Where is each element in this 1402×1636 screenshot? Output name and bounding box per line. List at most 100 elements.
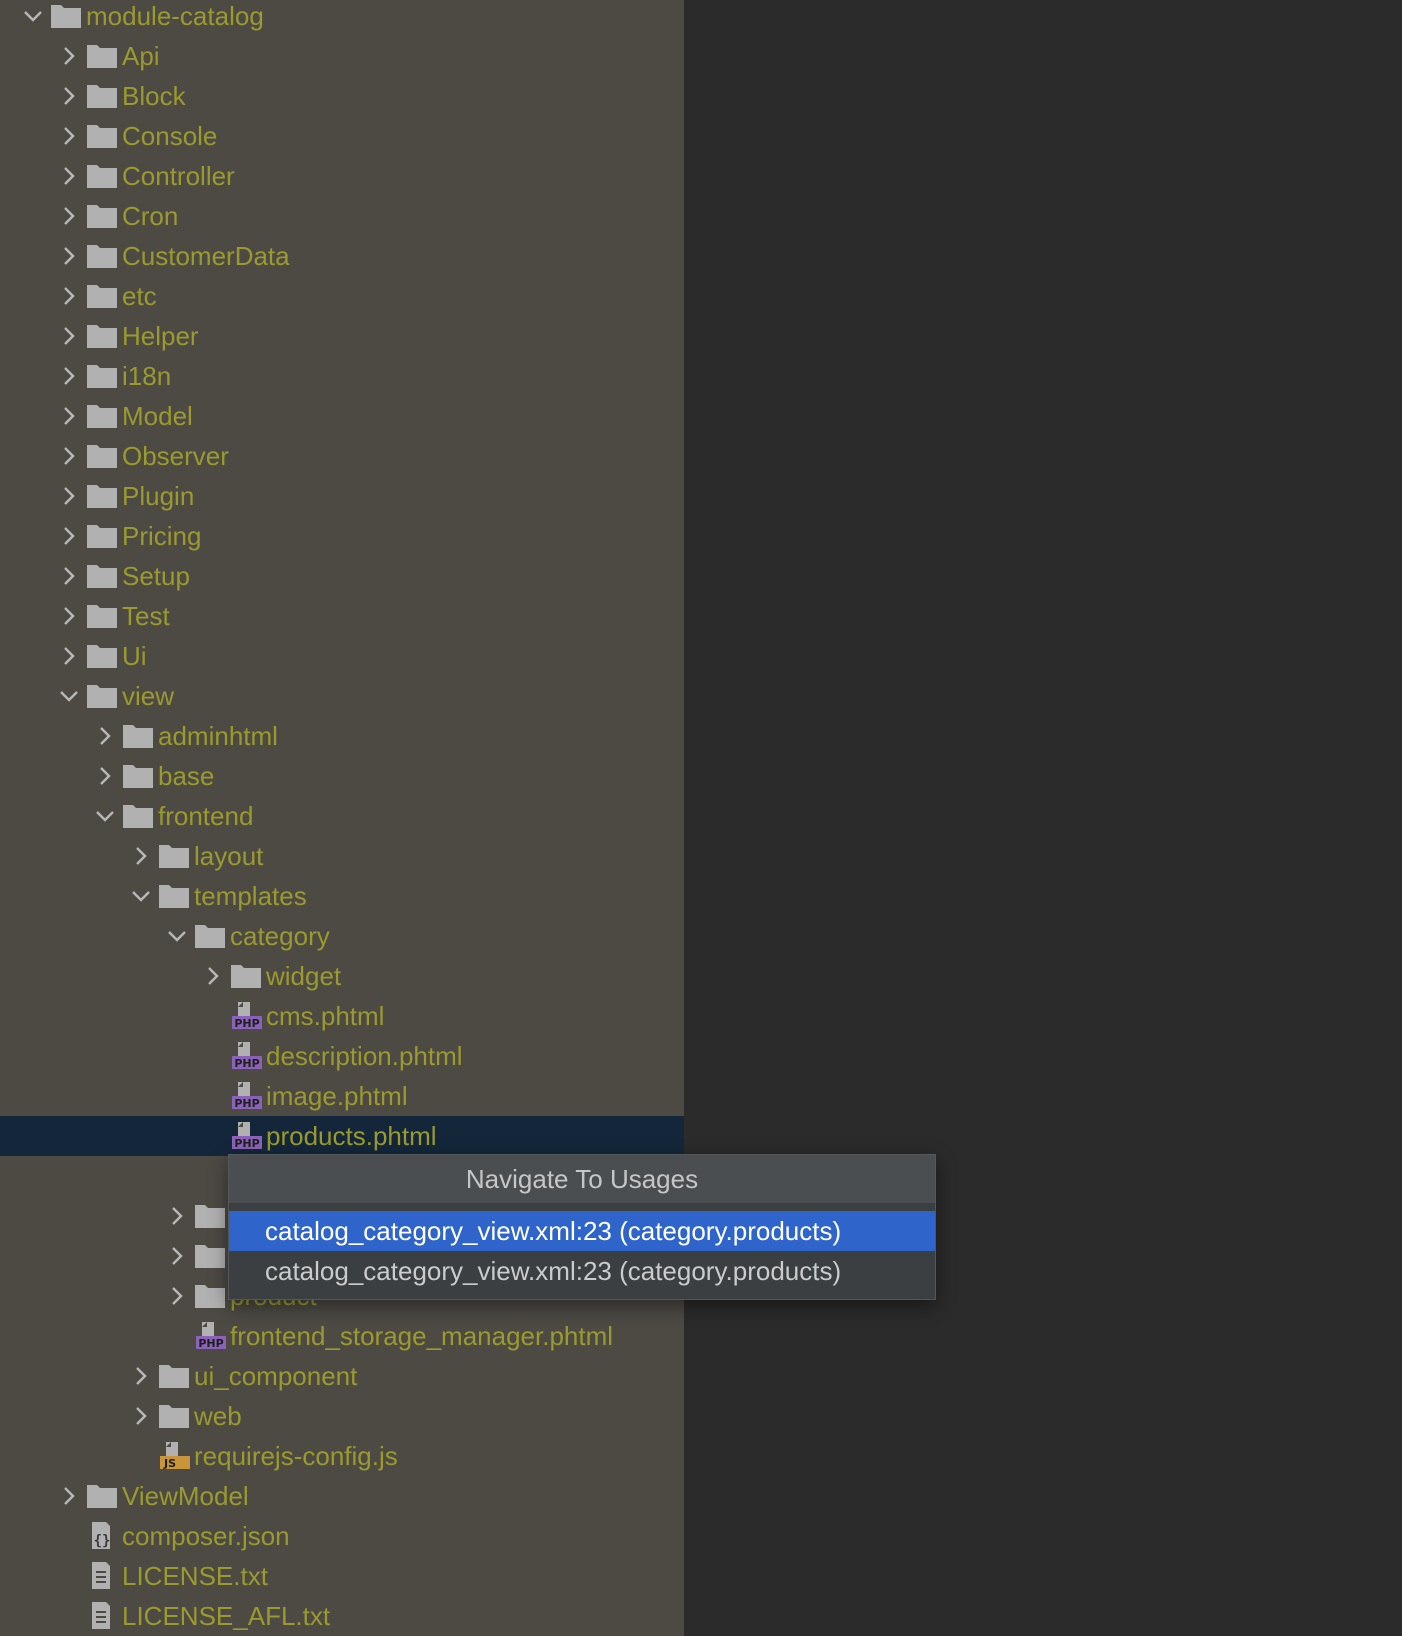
tree-folder-row[interactable]: base: [0, 756, 684, 796]
chevron-right-icon[interactable]: [58, 485, 80, 507]
chevron-right-icon[interactable]: [166, 1245, 188, 1267]
tree-folder-row[interactable]: Cron: [0, 196, 684, 236]
tree-file-row[interactable]: PHP products.phtml: [0, 1116, 684, 1156]
folder-icon: [86, 523, 118, 549]
usage-item[interactable]: catalog_category_view.xml:23 (category.p…: [229, 1251, 935, 1291]
chevron-right-icon[interactable]: [58, 405, 80, 427]
chevron-down-icon[interactable]: [22, 5, 44, 27]
tree-folder-row[interactable]: Api: [0, 36, 684, 76]
chevron-right-icon[interactable]: [58, 45, 80, 67]
chevron-down-icon[interactable]: [58, 685, 80, 707]
tree-folder-row[interactable]: ui_component: [0, 1356, 684, 1396]
tree-folder-row[interactable]: templates: [0, 876, 684, 916]
tree-folder-row[interactable]: Helper: [0, 316, 684, 356]
chevron-down-icon[interactable]: [94, 805, 116, 827]
chevron-right-icon[interactable]: [58, 565, 80, 587]
tree-item-label: Block: [122, 81, 186, 111]
tree-folder-row[interactable]: CustomerData: [0, 236, 684, 276]
tree-folder-row[interactable]: Setup: [0, 556, 684, 596]
tree-file-row[interactable]: LICENSE_AFL.txt: [0, 1596, 684, 1636]
chevron-right-icon[interactable]: [58, 445, 80, 467]
chevron-right-icon[interactable]: [58, 205, 80, 227]
folder-icon: [194, 1283, 226, 1309]
chevron-right-icon[interactable]: [130, 1405, 152, 1427]
tree-item-label: widget: [266, 961, 342, 991]
chevron-right-icon[interactable]: [94, 725, 116, 747]
editor-area: [684, 0, 1402, 1636]
chevron-right-icon[interactable]: [58, 85, 80, 107]
chevron-right-icon[interactable]: [130, 845, 152, 867]
text-file-icon: [86, 1561, 118, 1589]
chevron-right-icon[interactable]: [166, 1205, 188, 1227]
svg-text:PHP: PHP: [234, 1057, 259, 1070]
chevron-right-icon[interactable]: [202, 965, 224, 987]
php-file-icon: PHP: [230, 1041, 262, 1070]
tree-item-label: adminhtml: [158, 721, 278, 751]
folder-icon: [158, 1363, 190, 1389]
chevron-right-icon[interactable]: [58, 645, 80, 667]
tree-folder-row[interactable]: etc: [0, 276, 684, 316]
chevron-right-icon[interactable]: [58, 125, 80, 147]
tree-file-row[interactable]: JS requirejs-config.js: [0, 1436, 684, 1476]
php-file-icon: PHP: [230, 1121, 262, 1150]
tree-file-row[interactable]: {} composer.json: [0, 1516, 684, 1556]
chevron-right-icon[interactable]: [166, 1285, 188, 1307]
chevron-right-icon[interactable]: [58, 325, 80, 347]
tree-folder-row[interactable]: Plugin: [0, 476, 684, 516]
tree-folder-row[interactable]: ViewModel: [0, 1476, 684, 1516]
tree-item-label: Setup: [122, 561, 190, 591]
chevron-right-icon[interactable]: [58, 605, 80, 627]
chevron-down-icon[interactable]: [130, 885, 152, 907]
tree-item-label: Model: [122, 401, 193, 431]
tree-folder-row[interactable]: i18n: [0, 356, 684, 396]
tree-folder-row[interactable]: Console: [0, 116, 684, 156]
folder-icon: [86, 323, 118, 349]
chevron-right-icon[interactable]: [58, 285, 80, 307]
tree-folder-row[interactable]: Test: [0, 596, 684, 636]
chevron-right-icon[interactable]: [58, 165, 80, 187]
tree-folder-row[interactable]: module-catalog: [0, 0, 684, 36]
tree-folder-row[interactable]: widget: [0, 956, 684, 996]
popup-title: Navigate To Usages: [229, 1155, 935, 1203]
php-file-icon: PHP: [230, 1081, 262, 1110]
tree-folder-row[interactable]: web: [0, 1396, 684, 1436]
tree-folder-row[interactable]: frontend: [0, 796, 684, 836]
folder-icon: [86, 83, 118, 109]
tree-folder-row[interactable]: Ui: [0, 636, 684, 676]
tree-file-row[interactable]: PHP frontend_storage_manager.phtml: [0, 1316, 684, 1356]
tree-folder-row[interactable]: Block: [0, 76, 684, 116]
php-file-icon: PHP: [194, 1321, 226, 1350]
tree-item-label: category: [230, 921, 330, 951]
folder-icon: [86, 483, 118, 509]
php-file-icon: PHP: [230, 1001, 262, 1030]
tree-folder-row[interactable]: view: [0, 676, 684, 716]
tree-folder-row[interactable]: category: [0, 916, 684, 956]
tree-item-label: Pricing: [122, 521, 202, 551]
usage-item[interactable]: catalog_category_view.xml:23 (category.p…: [229, 1211, 935, 1251]
folder-icon: [86, 163, 118, 189]
folder-icon: [86, 123, 118, 149]
tree-folder-row[interactable]: Pricing: [0, 516, 684, 556]
tree-folder-row[interactable]: Model: [0, 396, 684, 436]
tree-folder-row[interactable]: Observer: [0, 436, 684, 476]
chevron-right-icon[interactable]: [58, 245, 80, 267]
tree-file-row[interactable]: PHP description.phtml: [0, 1036, 684, 1076]
chevron-right-icon[interactable]: [58, 1485, 80, 1507]
tree-folder-row[interactable]: layout: [0, 836, 684, 876]
folder-icon: [122, 723, 154, 749]
chevron-down-icon[interactable]: [166, 925, 188, 947]
tree-item-label: cms.phtml: [266, 1001, 385, 1031]
tree-folder-row[interactable]: Controller: [0, 156, 684, 196]
folder-icon: [86, 603, 118, 629]
chevron-right-icon[interactable]: [94, 765, 116, 787]
tree-folder-row[interactable]: adminhtml: [0, 716, 684, 756]
tree-file-row[interactable]: PHP image.phtml: [0, 1076, 684, 1116]
tree-item-label: CustomerData: [122, 241, 290, 271]
folder-icon: [122, 803, 154, 829]
chevron-right-icon[interactable]: [58, 365, 80, 387]
chevron-right-icon[interactable]: [58, 525, 80, 547]
tree-file-row[interactable]: LICENSE.txt: [0, 1556, 684, 1596]
tree-file-row[interactable]: PHP cms.phtml: [0, 996, 684, 1036]
svg-text:JS: JS: [163, 1457, 176, 1470]
chevron-right-icon[interactable]: [130, 1365, 152, 1387]
